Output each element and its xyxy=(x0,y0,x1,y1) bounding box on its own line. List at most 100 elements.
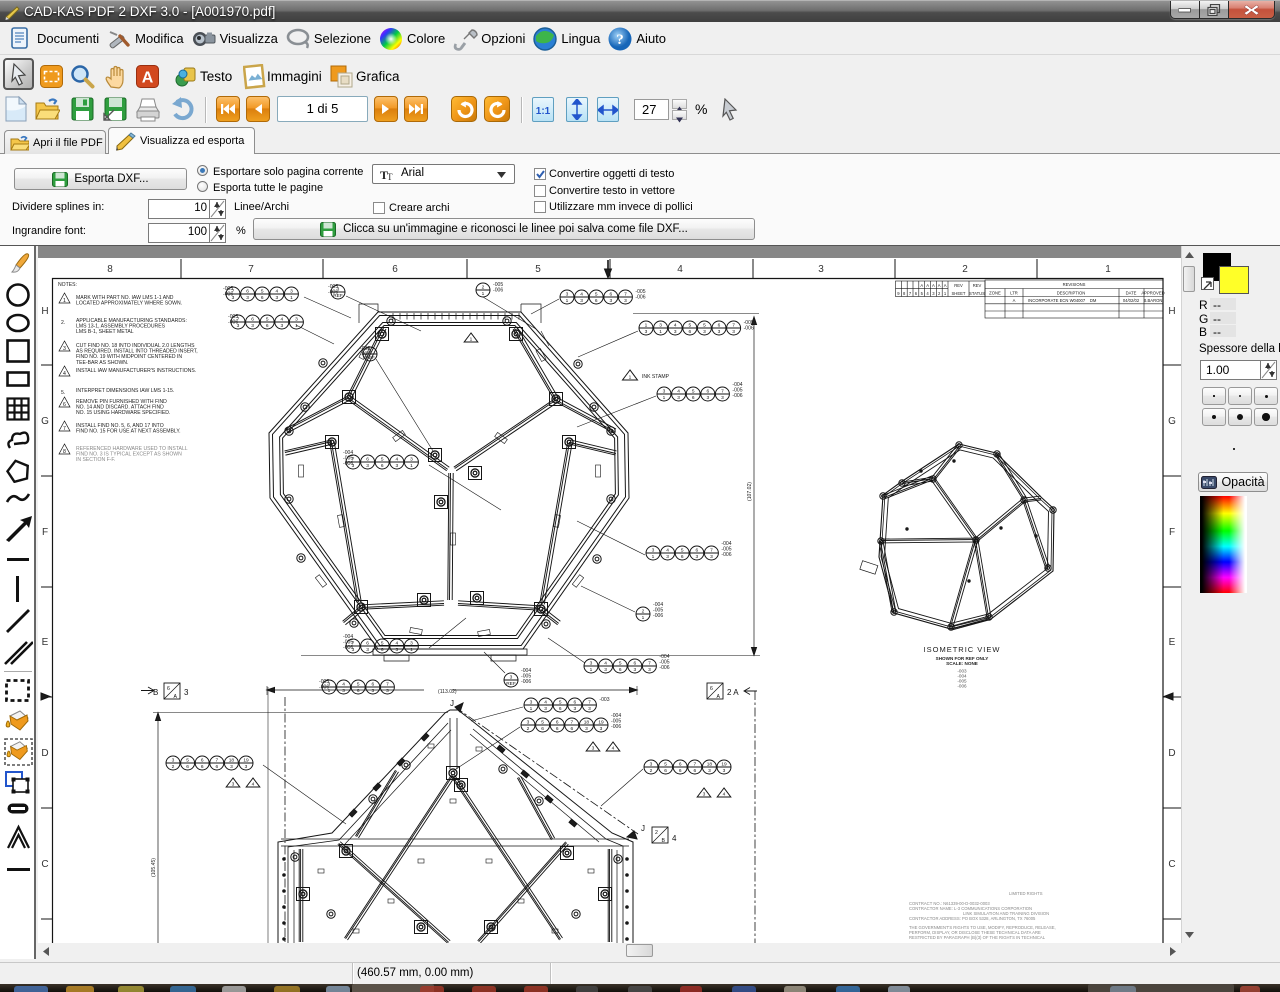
svg-text:6: 6 xyxy=(366,640,369,646)
svg-text:-006: -006 xyxy=(744,326,754,332)
svg-text:6: 6 xyxy=(718,322,721,328)
svg-text:3: 3 xyxy=(395,647,398,653)
svg-text:-006: -006 xyxy=(732,393,742,399)
svg-text:3: 3 xyxy=(648,667,651,673)
svg-text:1: 1 xyxy=(295,323,298,329)
svg-text:4: 4 xyxy=(63,371,66,377)
svg-text:3: 3 xyxy=(703,329,706,335)
svg-text:6: 6 xyxy=(556,726,559,732)
svg-text:6: 6 xyxy=(573,699,576,705)
svg-text:6: 6 xyxy=(559,706,562,712)
svg-text:3: 3 xyxy=(604,667,607,673)
svg-text:J: J xyxy=(450,699,454,708)
svg-text:7: 7 xyxy=(909,291,912,296)
svg-text:7: 7 xyxy=(648,660,651,666)
svg-text:3: 3 xyxy=(624,298,627,304)
svg-text:6: 6 xyxy=(693,768,696,774)
svg-text:3: 3 xyxy=(633,667,636,673)
svg-text:8: 8 xyxy=(63,449,66,455)
svg-text:1: 1 xyxy=(566,298,569,304)
svg-text:3: 3 xyxy=(566,291,569,297)
svg-text:J: J xyxy=(641,824,645,833)
svg-text:3: 3 xyxy=(666,554,669,560)
svg-text:3: 3 xyxy=(230,764,233,770)
svg-text:6: 6 xyxy=(186,764,189,770)
svg-text:7: 7 xyxy=(732,322,735,328)
svg-text:1: 1 xyxy=(290,295,293,301)
svg-text:5: 5 xyxy=(688,322,691,328)
svg-text:G: G xyxy=(41,416,49,427)
svg-text:6: 6 xyxy=(261,295,264,301)
svg-text:19: 19 xyxy=(243,757,249,763)
svg-text:6: 6 xyxy=(570,726,573,732)
svg-text:3: 3 xyxy=(245,764,248,770)
svg-text:6: 6 xyxy=(619,667,622,673)
svg-text:6: 6 xyxy=(710,686,713,692)
svg-text:-006: -006 xyxy=(659,665,669,671)
svg-text:5.: 5. xyxy=(61,390,65,396)
svg-text:DESCRIPTION: DESCRIPTION xyxy=(1057,291,1086,296)
svg-text:LOCATED APPROXIMATELY WHERE SO: LOCATED APPROXIMATELY WHERE SOWN. xyxy=(76,301,182,307)
svg-text:3: 3 xyxy=(710,554,713,560)
svg-text:6: 6 xyxy=(215,764,218,770)
svg-text:-006: -006 xyxy=(343,645,353,651)
svg-text:7: 7 xyxy=(63,426,66,432)
svg-text:4: 4 xyxy=(275,288,278,294)
svg-text:3: 3 xyxy=(659,322,662,328)
svg-text:18: 18 xyxy=(707,761,713,767)
svg-text:7: 7 xyxy=(570,719,573,725)
svg-text:6: 6 xyxy=(679,761,682,767)
svg-text:3: 3 xyxy=(395,463,398,469)
svg-text:2: 2 xyxy=(482,284,485,290)
svg-text:3: 3 xyxy=(708,768,711,774)
svg-text:(113.02): (113.02) xyxy=(438,689,457,695)
svg-text:2: 2 xyxy=(642,608,645,614)
svg-text:6: 6 xyxy=(63,402,66,408)
svg-text:1: 1 xyxy=(944,291,947,296)
svg-text:LTR: LTR xyxy=(1010,291,1018,296)
svg-text:INCORPORATE ECN W04007 DM: INCORPORATE ECN W04007 DM xyxy=(1028,298,1097,303)
svg-text:6: 6 xyxy=(381,647,384,653)
svg-text:3: 3 xyxy=(275,295,278,301)
svg-text:-006: -006 xyxy=(343,461,353,467)
svg-text:4: 4 xyxy=(342,681,345,687)
svg-text:6: 6 xyxy=(692,395,695,401)
svg-text:3: 3 xyxy=(703,792,706,798)
svg-text:4: 4 xyxy=(604,660,607,666)
svg-text:A: A xyxy=(920,283,923,288)
svg-text:3: 3 xyxy=(410,456,413,462)
svg-text:4: 4 xyxy=(395,640,398,646)
svg-text:6: 6 xyxy=(695,547,698,553)
svg-text:REVISIONS: REVISIONS xyxy=(1063,282,1086,287)
svg-text:TEE-BAR AS SHOWN.: TEE-BAR AS SHOWN. xyxy=(76,360,128,366)
svg-text:1: 1 xyxy=(482,291,485,297)
svg-text:C: C xyxy=(1168,859,1175,870)
svg-text:A: A xyxy=(142,70,154,87)
svg-text:2: 2 xyxy=(527,726,530,732)
svg-text:4: 4 xyxy=(252,782,255,788)
svg-text:F: F xyxy=(42,527,48,538)
svg-text:6: 6 xyxy=(266,323,269,329)
svg-text:-006: -006 xyxy=(635,295,645,301)
svg-text:1: 1 xyxy=(642,615,645,621)
svg-text:-006: -006 xyxy=(611,724,621,730)
svg-text:1: 1 xyxy=(410,463,413,469)
svg-text:E: E xyxy=(1169,637,1176,648)
svg-text:3: 3 xyxy=(645,329,648,335)
svg-text:2.: 2. xyxy=(61,320,65,326)
svg-text:3: 3 xyxy=(184,688,189,697)
svg-text:-006: -006 xyxy=(228,320,238,326)
svg-text:2: 2 xyxy=(938,291,941,296)
svg-text:4: 4 xyxy=(677,388,680,394)
svg-text:7: 7 xyxy=(386,681,389,687)
svg-text:-006: -006 xyxy=(957,684,967,689)
svg-text:3: 3 xyxy=(663,388,666,394)
svg-text:-006: -006 xyxy=(521,679,531,685)
svg-text:18: 18 xyxy=(584,719,590,725)
svg-text:D: D xyxy=(1168,748,1175,759)
svg-text:6: 6 xyxy=(556,719,559,725)
svg-text:6: 6 xyxy=(679,768,682,774)
svg-text:C: C xyxy=(41,859,48,870)
svg-text:-006: -006 xyxy=(328,290,338,296)
svg-text:3: 3 xyxy=(652,547,655,553)
